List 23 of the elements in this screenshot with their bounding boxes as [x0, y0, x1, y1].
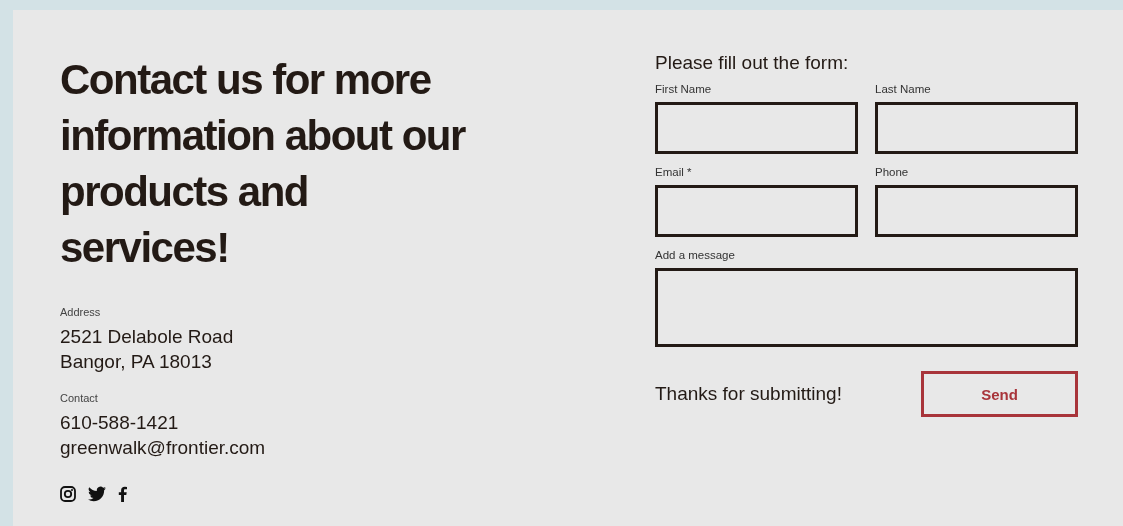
heading: Contact us for more information about our products and services!	[60, 55, 467, 273]
input-field[interactable]	[655, 102, 858, 154]
input-field[interactable]	[875, 185, 1078, 237]
contact-line: Bangor, PA 18013	[60, 350, 213, 374]
contact-line: 610-588-1421	[60, 411, 180, 435]
field-label: Email *	[655, 166, 693, 178]
send-button[interactable]: Send	[921, 371, 1078, 417]
field-label: First Name	[655, 83, 713, 95]
message-field[interactable]	[655, 268, 1078, 347]
section-label: Contact	[60, 392, 99, 404]
bird-icon[interactable]	[88, 486, 106, 502]
instagram-icon[interactable]	[60, 486, 76, 502]
field-label: Last Name	[875, 83, 932, 95]
contact-line: greenwalk@frontier.com	[60, 436, 267, 460]
form-title: Please fill out the form:	[655, 52, 850, 74]
facebook-icon[interactable]	[118, 486, 127, 502]
section-label: Address	[60, 306, 102, 318]
input-field[interactable]	[875, 102, 1078, 154]
contact-line: 2521 Delabole Road	[60, 325, 235, 349]
field-label: Add a message	[655, 249, 736, 261]
input-field[interactable]	[655, 185, 858, 237]
confirmation-message: Thanks for submitting!	[655, 383, 842, 405]
field-label: Phone	[875, 166, 910, 178]
